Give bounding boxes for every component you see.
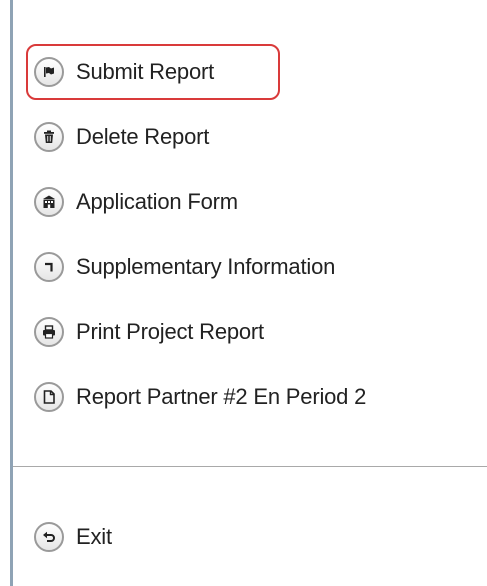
corner-arrow-icon [34,252,64,282]
trash-icon [34,122,64,152]
document-icon [34,382,64,412]
menu-item-delete-report[interactable]: Delete Report [26,109,209,165]
menu-item-application-form[interactable]: Application Form [26,174,238,230]
menu-item-label: Supplementary Information [76,254,336,279]
building-icon [34,187,64,217]
menu-item-report-partner-period[interactable]: Report Partner #2 En Period 2 [26,369,366,425]
menu-item-label: Submit Report [76,59,215,84]
flag-icon [34,57,64,87]
menu-item-label: Delete Report [76,124,210,149]
menu-item-exit[interactable]: Exit [26,509,112,565]
menu-item-label: Report Partner #2 En Period 2 [76,384,367,409]
undo-arrow-icon [34,522,64,552]
actions-menu: Submit Report Delete Report Application … [0,0,487,586]
menu-item-label: Exit [76,524,112,549]
menu-item-label: Application Form [76,189,238,214]
printer-icon [34,317,64,347]
menu-item-submit-report[interactable]: Submit Report [26,44,280,100]
menu-separator [13,466,487,467]
menu-item-print-project-report[interactable]: Print Project Report [26,304,264,360]
menu-item-supplementary-information[interactable]: Supplementary Information [26,239,335,295]
menu-item-label: Print Project Report [76,319,264,344]
